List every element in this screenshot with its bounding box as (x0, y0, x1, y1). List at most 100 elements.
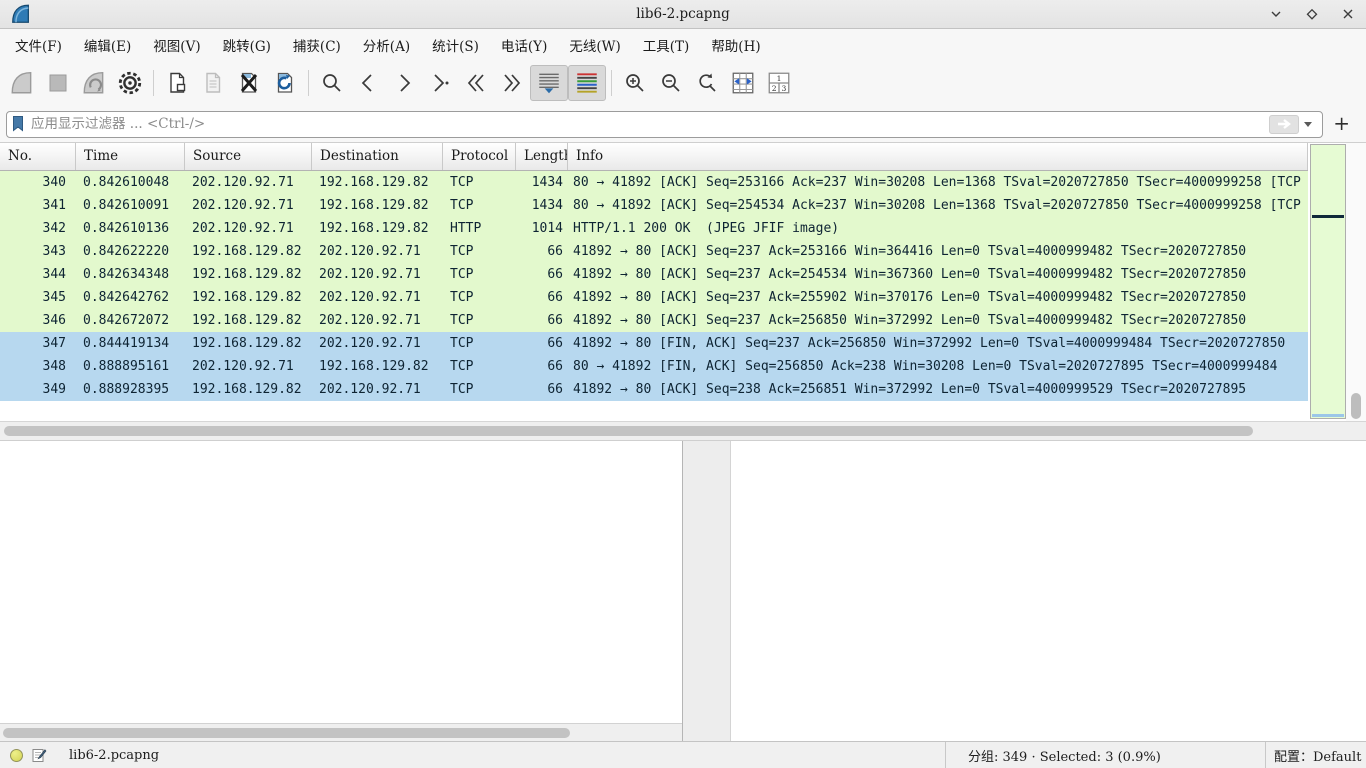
cell-source: 192.168.129.82 (185, 286, 312, 309)
stop-capture-icon[interactable] (40, 65, 76, 101)
zoom-in-icon[interactable] (617, 65, 653, 101)
menu-go[interactable]: 跳转(G) (212, 31, 282, 59)
save-file-icon[interactable] (195, 65, 231, 101)
cell-protocol: TCP (443, 332, 516, 355)
details-hscrollbar-thumb[interactable] (3, 728, 570, 738)
zoom-out-icon[interactable] (653, 65, 689, 101)
menu-help[interactable]: 帮助(H) (700, 31, 771, 59)
menu-wireless[interactable]: 无线(W) (558, 31, 631, 59)
filter-bar: + (0, 106, 1366, 143)
cell-destination: 192.168.129.82 (312, 171, 443, 194)
packet-row[interactable]: 3450.842642762192.168.129.82202.120.92.7… (0, 286, 1308, 309)
packet-list-hscrollbar[interactable] (0, 422, 1366, 441)
cell-time: 0.842610136 (76, 217, 185, 240)
layout-chooser-icon[interactable]: 123 (761, 65, 797, 101)
cell-source: 192.168.129.82 (185, 263, 312, 286)
hscrollbar-thumb[interactable] (4, 426, 1253, 436)
intelligent-scrollbar-minimap[interactable] (1310, 144, 1346, 419)
column-header-no[interactable]: No. (0, 143, 76, 170)
cell-info: 41892 → 80 [ACK] Seq=237 Ack=255902 Win=… (568, 286, 1308, 309)
vscrollbar-thumb[interactable] (1351, 393, 1361, 419)
open-file-icon[interactable] (159, 65, 195, 101)
cell-destination: 202.120.92.71 (312, 332, 443, 355)
packet-list-vscrollbar[interactable] (1346, 143, 1366, 421)
status-profile[interactable]: 配置：Default (1265, 742, 1366, 768)
expert-info-icon[interactable] (10, 749, 23, 762)
cell-no: 342 (0, 217, 76, 240)
auto-scroll-icon[interactable] (530, 65, 568, 101)
menu-statistics[interactable]: 统计(S) (421, 31, 490, 59)
restart-capture-icon[interactable] (76, 65, 112, 101)
packet-row[interactable]: 3410.842610091202.120.92.71192.168.129.8… (0, 194, 1308, 217)
filter-bookmark-icon[interactable] (11, 115, 25, 133)
cell-protocol: TCP (443, 240, 516, 263)
packet-details-pane[interactable] (0, 441, 683, 741)
column-header-destination[interactable]: Destination (312, 143, 443, 170)
packet-row[interactable]: 3460.842672072192.168.129.82202.120.92.7… (0, 309, 1308, 332)
cell-source: 192.168.129.82 (185, 309, 312, 332)
cell-protocol: TCP (443, 355, 516, 378)
close-icon[interactable] (1340, 6, 1356, 22)
menu-analyze[interactable]: 分析(A) (352, 31, 421, 59)
cell-info: 80 → 41892 [FIN, ACK] Seq=256850 Ack=238… (568, 355, 1308, 378)
cell-no: 345 (0, 286, 76, 309)
capture-comment-icon[interactable] (31, 747, 47, 763)
lower-panes (0, 441, 1366, 741)
zoom-reset-icon[interactable] (689, 65, 725, 101)
close-file-icon[interactable] (231, 65, 267, 101)
start-capture-icon[interactable] (4, 65, 40, 101)
reload-file-icon[interactable] (267, 65, 303, 101)
cell-time: 0.888928395 (76, 378, 185, 401)
cell-info: 41892 → 80 [ACK] Seq=237 Ack=253166 Win=… (568, 240, 1308, 263)
go-to-packet-icon[interactable] (422, 65, 458, 101)
cell-protocol: HTTP (443, 217, 516, 240)
menu-edit[interactable]: 编辑(E) (73, 31, 142, 59)
column-header-protocol[interactable]: Protocol (443, 143, 516, 170)
minimize-icon[interactable] (1268, 6, 1284, 22)
filter-dropdown-icon[interactable] (1304, 122, 1312, 127)
packet-row[interactable]: 3430.842622220192.168.129.82202.120.92.7… (0, 240, 1308, 263)
colorize-icon[interactable] (568, 65, 606, 101)
filter-add-button[interactable]: + (1323, 113, 1360, 135)
go-first-icon[interactable] (458, 65, 494, 101)
column-header-info[interactable]: Info (568, 143, 1308, 170)
display-filter-input[interactable] (25, 116, 1269, 132)
packet-row[interactable]: 3420.842610136202.120.92.71192.168.129.8… (0, 217, 1308, 240)
status-packet-count: 分组: 349 · Selected: 3 (0.9%) (945, 742, 1265, 768)
maximize-icon[interactable] (1304, 6, 1320, 22)
go-forward-icon[interactable] (386, 65, 422, 101)
cell-info: HTTP/1.1 200 OK (JPEG JFIF image) (568, 217, 1308, 240)
go-back-icon[interactable] (350, 65, 386, 101)
cell-no: 340 (0, 171, 76, 194)
menu-telephony[interactable]: 电话(Y) (490, 31, 558, 59)
column-header-length[interactable]: Length (516, 143, 568, 170)
cell-source: 192.168.129.82 (185, 332, 312, 355)
column-header-source[interactable]: Source (185, 143, 312, 170)
menu-tools[interactable]: 工具(T) (632, 31, 701, 59)
menu-file[interactable]: 文件(F) (4, 31, 73, 59)
status-filename[interactable]: lib6-2.pcapng (69, 748, 159, 763)
pane-splitter[interactable] (683, 441, 730, 741)
capture-options-icon[interactable] (112, 65, 148, 101)
cell-length: 66 (516, 355, 568, 378)
menu-capture[interactable]: 捕获(C) (282, 31, 352, 59)
packet-row[interactable]: 3400.842610048202.120.92.71192.168.129.8… (0, 171, 1308, 194)
packet-bytes-pane[interactable] (730, 441, 1366, 741)
cell-time: 0.888895161 (76, 355, 185, 378)
cell-length: 66 (516, 332, 568, 355)
details-hscrollbar[interactable] (0, 723, 682, 741)
display-filter-box (6, 111, 1323, 138)
apply-filter-icon[interactable] (1269, 115, 1299, 134)
menu-view[interactable]: 视图(V) (142, 31, 211, 59)
find-packet-icon[interactable] (314, 65, 350, 101)
cell-length: 1434 (516, 194, 568, 217)
packet-row[interactable]: 3470.844419134192.168.129.82202.120.92.7… (0, 332, 1308, 355)
go-last-icon[interactable] (494, 65, 530, 101)
packet-row[interactable]: 3440.842634348192.168.129.82202.120.92.7… (0, 263, 1308, 286)
cell-length: 66 (516, 240, 568, 263)
cell-no: 346 (0, 309, 76, 332)
packet-row[interactable]: 3480.888895161202.120.92.71192.168.129.8… (0, 355, 1308, 378)
packet-row[interactable]: 3490.888928395192.168.129.82202.120.92.7… (0, 378, 1308, 401)
resize-columns-icon[interactable] (725, 65, 761, 101)
column-header-time[interactable]: Time (76, 143, 185, 170)
